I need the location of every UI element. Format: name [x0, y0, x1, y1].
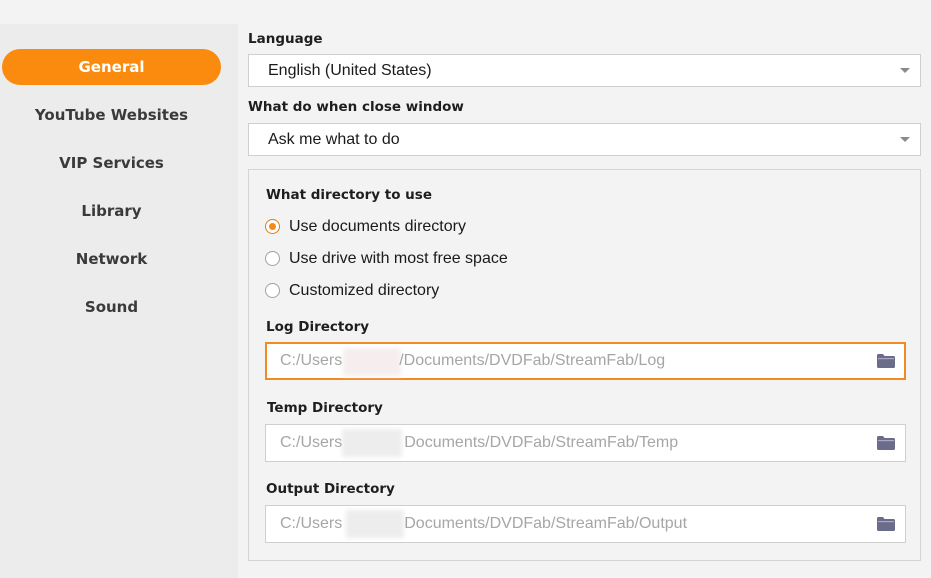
chevron-down-icon [900, 137, 910, 142]
log-directory-label: Log Directory [266, 319, 370, 335]
log-directory-path: C:/Users/Documents/DVDFab/StreamFab/Log [280, 352, 666, 369]
language-select[interactable]: English (United States) [248, 54, 921, 87]
sidebar-item-sound[interactable]: Sound [2, 289, 221, 325]
language-label: Language [248, 31, 323, 47]
settings-sidebar: General YouTube Websites VIP Services Li… [0, 24, 238, 578]
radio-button-checked[interactable] [265, 219, 280, 234]
folder-icon[interactable] [877, 517, 895, 531]
sidebar-item-youtube-websites[interactable]: YouTube Websites [2, 97, 221, 133]
sidebar-item-library[interactable]: Library [2, 193, 221, 229]
output-directory-field[interactable]: C:/Users Documents/DVDFab/StreamFab/Outpu… [265, 505, 906, 543]
window-top-strip [0, 0, 931, 24]
output-directory-label: Output Directory [266, 481, 395, 497]
sidebar-item-network[interactable]: Network [2, 241, 221, 277]
language-select-value: English (United States) [268, 62, 432, 79]
radio-label: Customized directory [289, 282, 440, 299]
temp-directory-field[interactable]: C:/Users Documents/DVDFab/StreamFab/Temp [265, 424, 906, 462]
close-window-label: What do when close window [248, 99, 464, 115]
directory-panel: What directory to use Use documents dire… [248, 169, 921, 561]
close-window-select[interactable]: Ask me what to do [248, 123, 921, 156]
temp-directory-path: C:/Users Documents/DVDFab/StreamFab/Temp [280, 434, 679, 451]
close-window-select-value: Ask me what to do [268, 131, 400, 148]
log-directory-field[interactable]: C:/Users/Documents/DVDFab/StreamFab/Log [265, 342, 906, 380]
directory-choice-label: What directory to use [266, 187, 432, 203]
temp-directory-label: Temp Directory [267, 400, 383, 416]
sidebar-item-general[interactable]: General [2, 49, 221, 85]
sidebar-item-vip-services[interactable]: VIP Services [2, 145, 221, 181]
radio-label: Use documents directory [289, 218, 466, 235]
radio-button[interactable] [265, 251, 280, 266]
output-directory-path: C:/Users Documents/DVDFab/StreamFab/Outpu… [280, 515, 688, 532]
folder-icon[interactable] [877, 354, 895, 368]
radio-button[interactable] [265, 283, 280, 298]
radio-label: Use drive with most free space [289, 250, 508, 267]
folder-icon[interactable] [877, 436, 895, 450]
chevron-down-icon [900, 68, 910, 73]
general-settings-panel: Language English (United States) What do… [238, 24, 931, 578]
